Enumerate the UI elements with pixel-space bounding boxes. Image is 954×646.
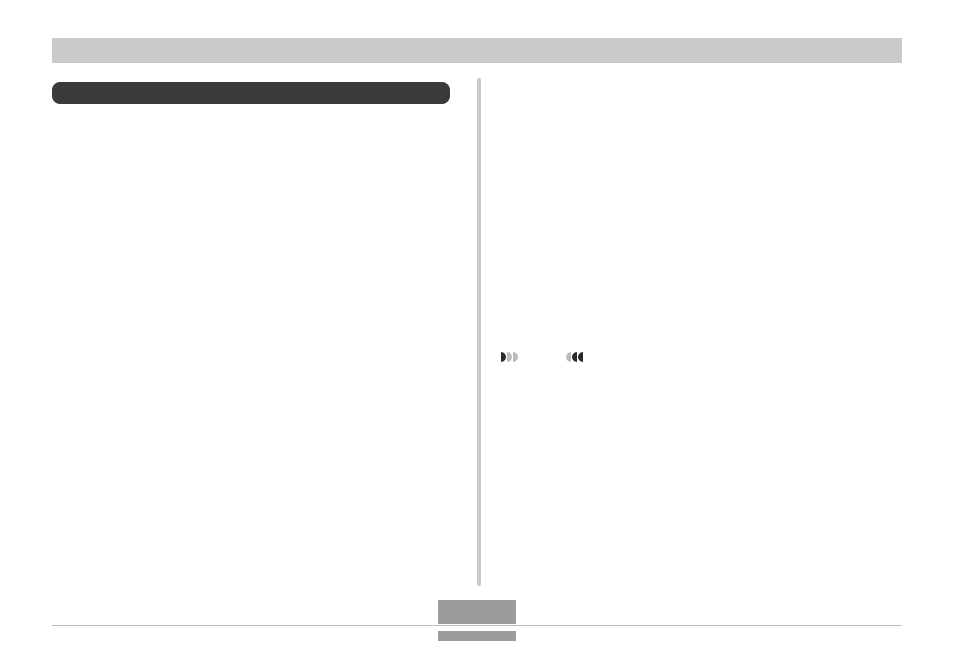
column-divider [477,78,481,586]
header-bar [52,38,902,63]
forward-icon [501,352,518,362]
footer-rule [52,625,902,626]
footer-page-chip-lower [438,631,516,641]
media-icons-row [501,351,583,363]
back-icon [566,352,583,362]
document-page [0,0,954,646]
footer-page-chip [438,600,516,624]
section-heading-pill [52,82,450,104]
